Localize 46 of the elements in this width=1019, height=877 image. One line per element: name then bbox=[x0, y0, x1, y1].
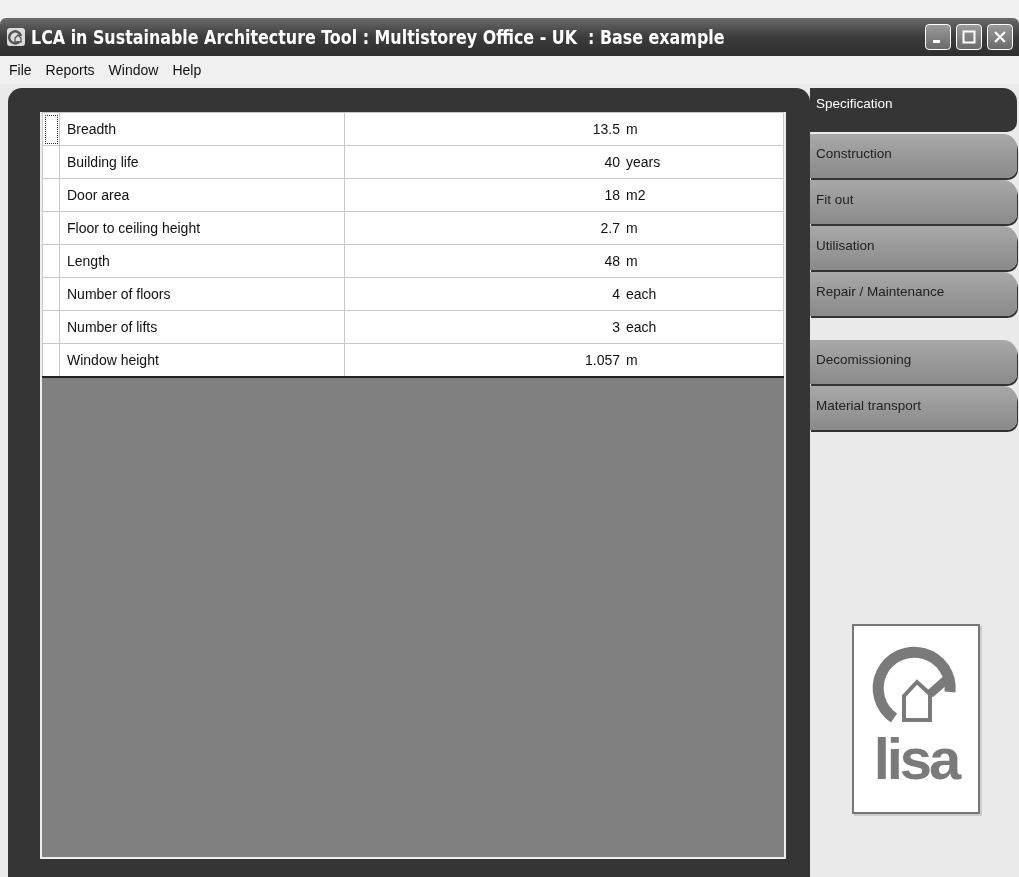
parameter-cell: Number of lifts bbox=[67, 319, 158, 335]
menu-item[interactable]: Window bbox=[103, 60, 164, 80]
unit-cell: m bbox=[626, 352, 638, 368]
window-title: LCA in Sustainable Architecture Tool : Multistorey Office - UK : Base example bbox=[31, 26, 726, 48]
unit-cell: m2 bbox=[626, 187, 646, 203]
side-tab[interactable]: Utilisation bbox=[810, 226, 1017, 270]
side-tab[interactable]: Fit out bbox=[810, 180, 1017, 224]
value-cell: 4 bbox=[612, 286, 620, 302]
side-tab[interactable]: Decomissioning bbox=[810, 340, 1017, 384]
row-header[interactable] bbox=[42, 112, 60, 146]
unit-cell: m bbox=[626, 253, 638, 269]
minimize-button[interactable] bbox=[925, 24, 951, 50]
unit-cell: each bbox=[626, 286, 657, 302]
parameter-cell: Floor to ceiling height bbox=[67, 220, 201, 236]
parameter-cell: Door area bbox=[67, 187, 130, 203]
menu-item[interactable]: Help bbox=[167, 60, 207, 80]
close-icon bbox=[993, 30, 1007, 44]
menu-item[interactable]: Reports bbox=[40, 60, 100, 80]
value-cell: 40 bbox=[604, 154, 620, 170]
value-cell: 13.5 bbox=[592, 121, 620, 137]
value-cell: 18 bbox=[604, 187, 620, 203]
unit-cell: m bbox=[626, 121, 638, 137]
value-cell: 48 bbox=[604, 253, 620, 269]
menu-item[interactable]: File bbox=[4, 60, 37, 80]
parameter-cell: Window height bbox=[67, 352, 159, 368]
logo-text: lisa bbox=[873, 730, 959, 788]
parameter-cell: Breadth bbox=[67, 121, 117, 137]
parameter-cell: Number of floors bbox=[67, 286, 171, 302]
parameter-cell: Building life bbox=[67, 154, 139, 170]
unit-cell: years bbox=[626, 154, 661, 170]
parameter-cell: Length bbox=[67, 253, 110, 269]
side-tab[interactable]: Material transport bbox=[810, 386, 1017, 430]
maximize-button[interactable] bbox=[956, 24, 982, 50]
app-icon bbox=[6, 27, 26, 47]
value-cell: 1.057 bbox=[584, 352, 620, 368]
unit-cell: m bbox=[626, 220, 638, 236]
side-tab[interactable]: Specification bbox=[810, 88, 1017, 132]
minimize-icon bbox=[933, 39, 940, 43]
unit-cell: each bbox=[626, 319, 657, 335]
maximize-icon bbox=[962, 30, 976, 44]
side-tab[interactable]: Repair / Maintenance bbox=[810, 272, 1017, 316]
side-tab[interactable]: Construction bbox=[810, 134, 1017, 178]
row-header[interactable] bbox=[42, 343, 60, 377]
value-cell: 3 bbox=[612, 319, 620, 335]
value-cell: 2.7 bbox=[600, 220, 620, 236]
close-button[interactable] bbox=[987, 24, 1013, 50]
